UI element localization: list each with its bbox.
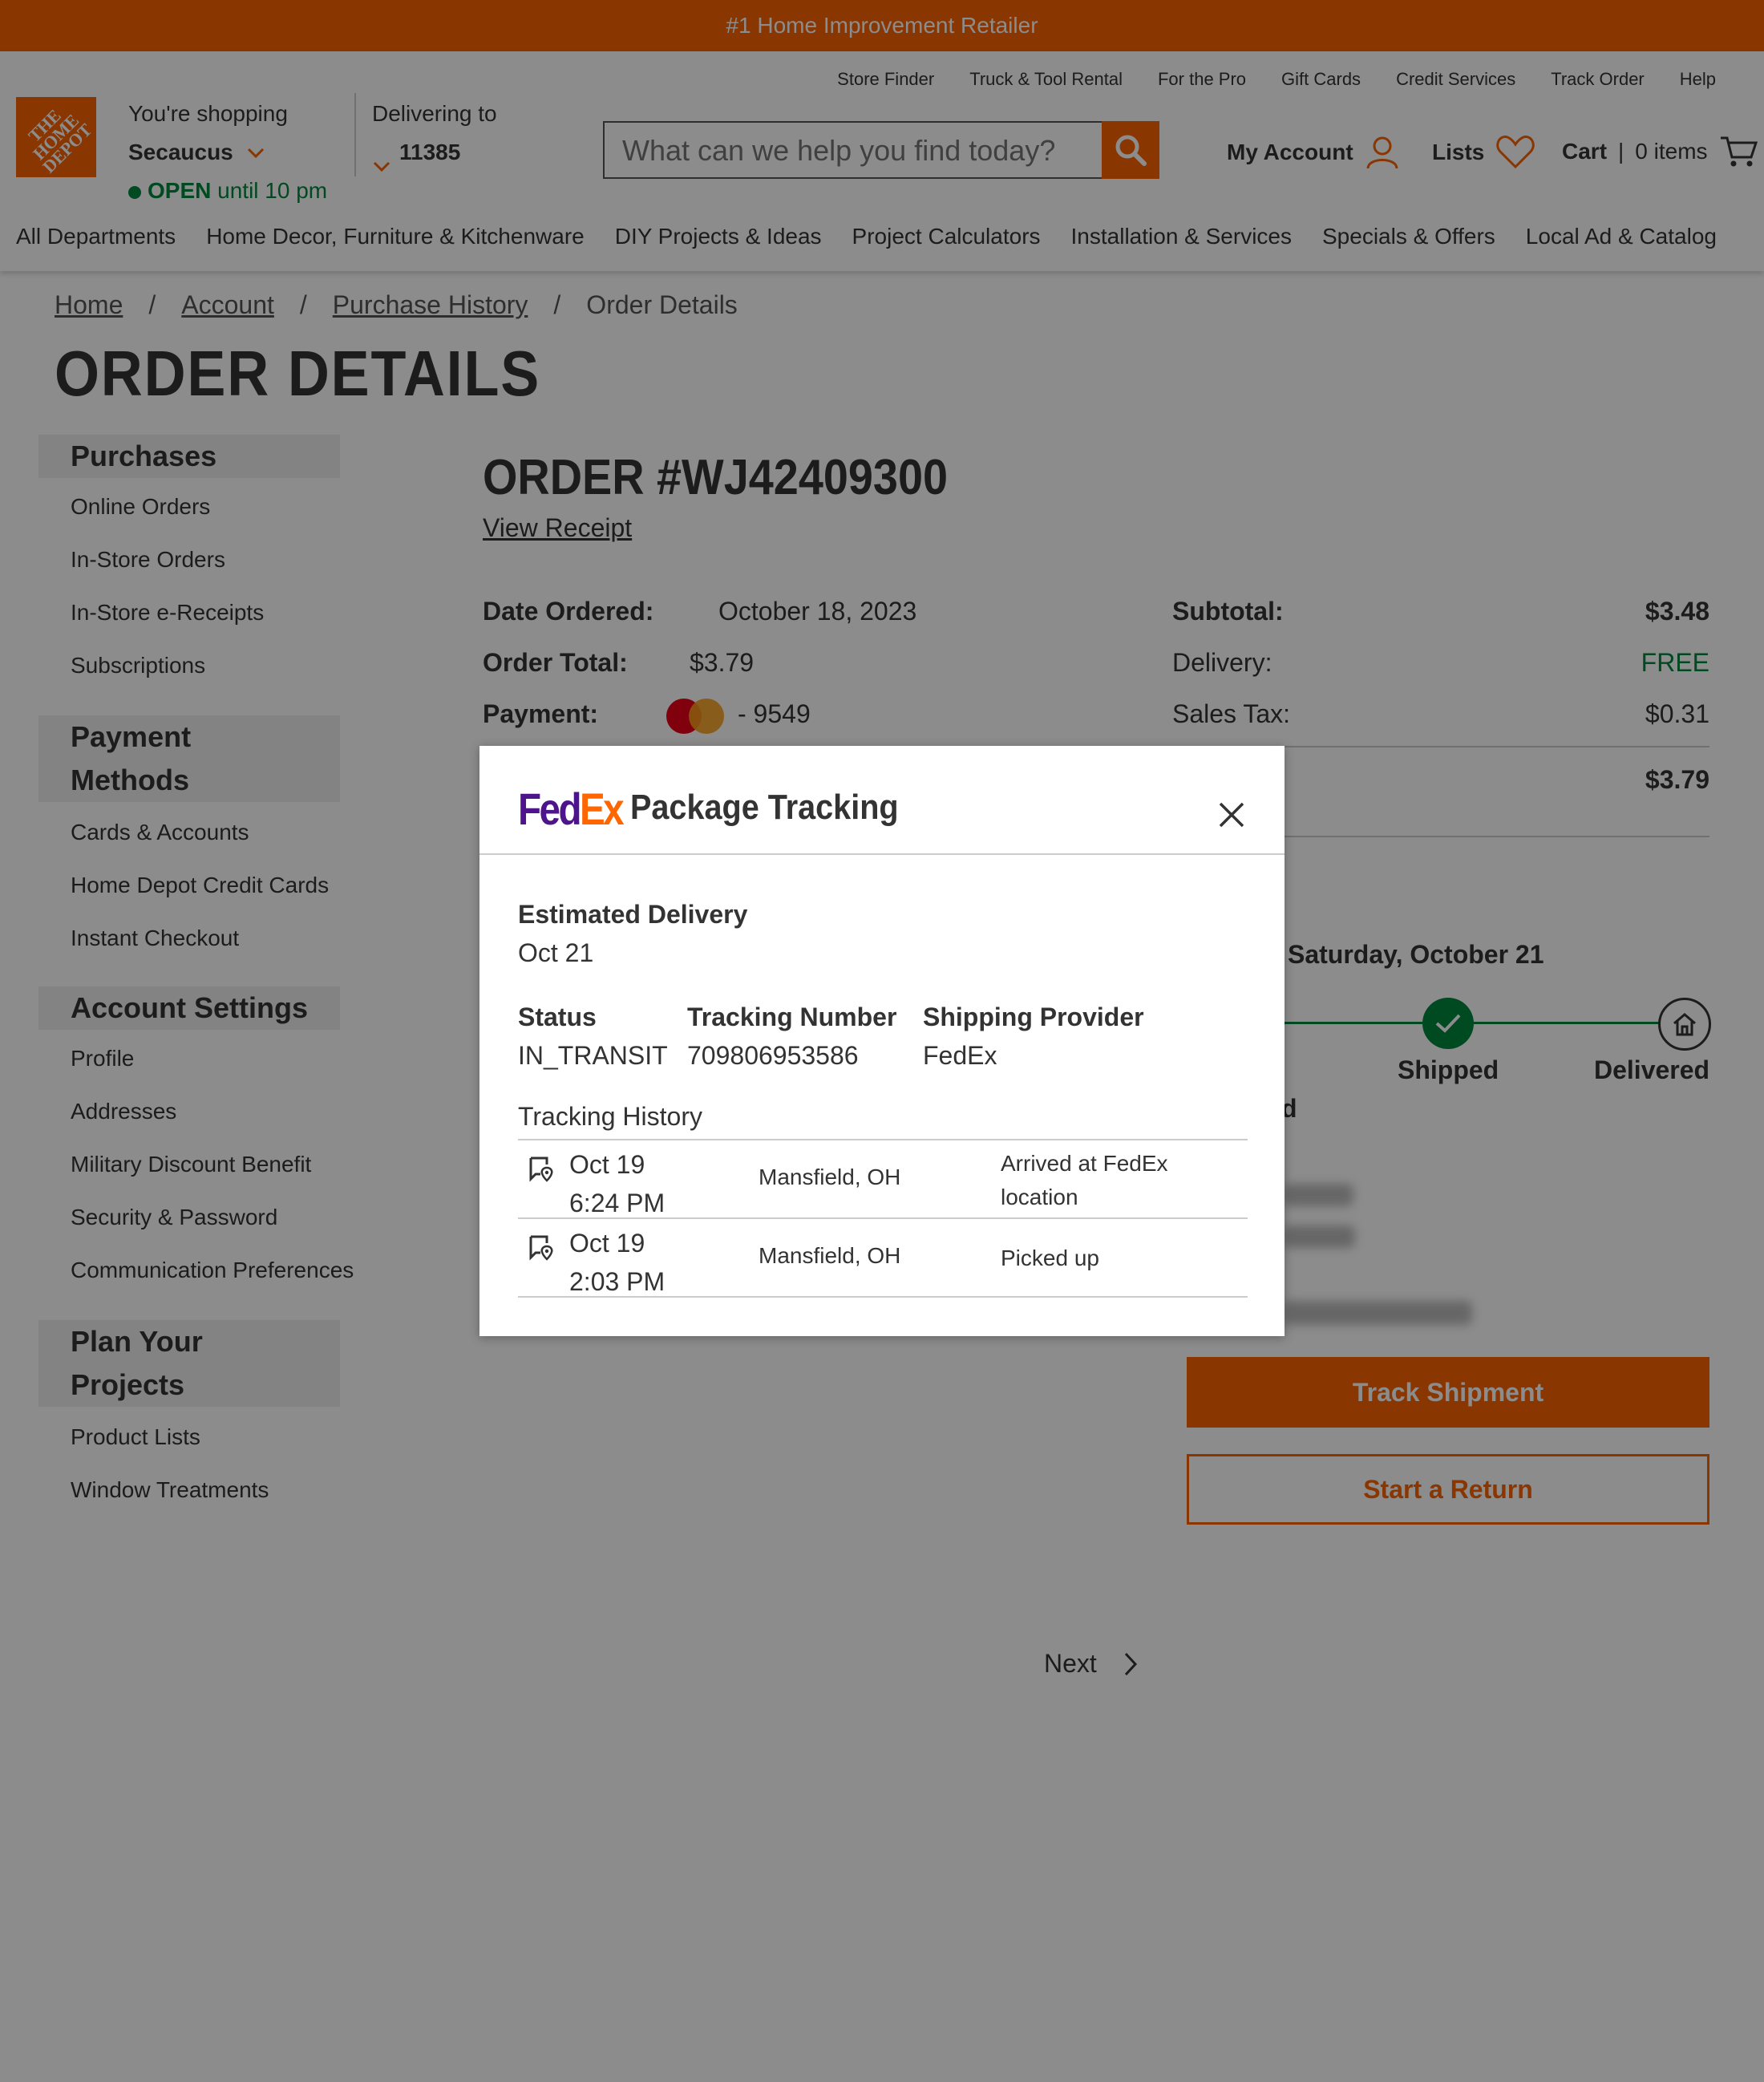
tracking-history-row: Oct 19 2:03 PM Mansfield, OH Picked up	[518, 1219, 1248, 1296]
shipping-provider-value: FedEx	[923, 1041, 997, 1070]
history-time: 6:24 PM	[569, 1189, 666, 1217]
location-pin-icon	[529, 1235, 553, 1261]
fedex-logo: FedEx	[518, 784, 625, 834]
status-label: Status	[518, 1003, 597, 1031]
tracking-history-label: Tracking History	[518, 1102, 702, 1131]
status-value: IN_TRANSIT	[518, 1041, 668, 1070]
close-icon[interactable]	[1216, 799, 1248, 831]
package-tracking-modal: FedEx Package Tracking Estimated Deliver…	[479, 746, 1285, 1336]
history-location: Mansfield, OH	[759, 1165, 901, 1189]
tracking-number-label: Tracking Number	[687, 1003, 897, 1031]
history-location: Mansfield, OH	[759, 1243, 901, 1268]
modal-title: Package Tracking	[630, 788, 899, 827]
estimated-delivery-label: Estimated Delivery	[518, 900, 748, 929]
tracking-number-value: 709806953586	[687, 1041, 859, 1070]
shipping-provider-label: Shipping Provider	[923, 1003, 1144, 1031]
history-time: 2:03 PM	[569, 1267, 666, 1296]
modal-header: FedEx Package Tracking	[479, 746, 1285, 855]
history-description: Picked up	[1001, 1246, 1099, 1270]
history-date: Oct 19	[569, 1229, 645, 1258]
tracking-history-row: Oct 19 6:24 PM Mansfield, OH Arrived at …	[518, 1140, 1248, 1217]
history-description: Arrived at FedEx location	[1001, 1151, 1168, 1209]
estimated-delivery-value: Oct 21	[518, 938, 594, 967]
history-date: Oct 19	[569, 1150, 645, 1179]
history-divider	[518, 1296, 1248, 1298]
location-pin-icon	[529, 1156, 553, 1182]
